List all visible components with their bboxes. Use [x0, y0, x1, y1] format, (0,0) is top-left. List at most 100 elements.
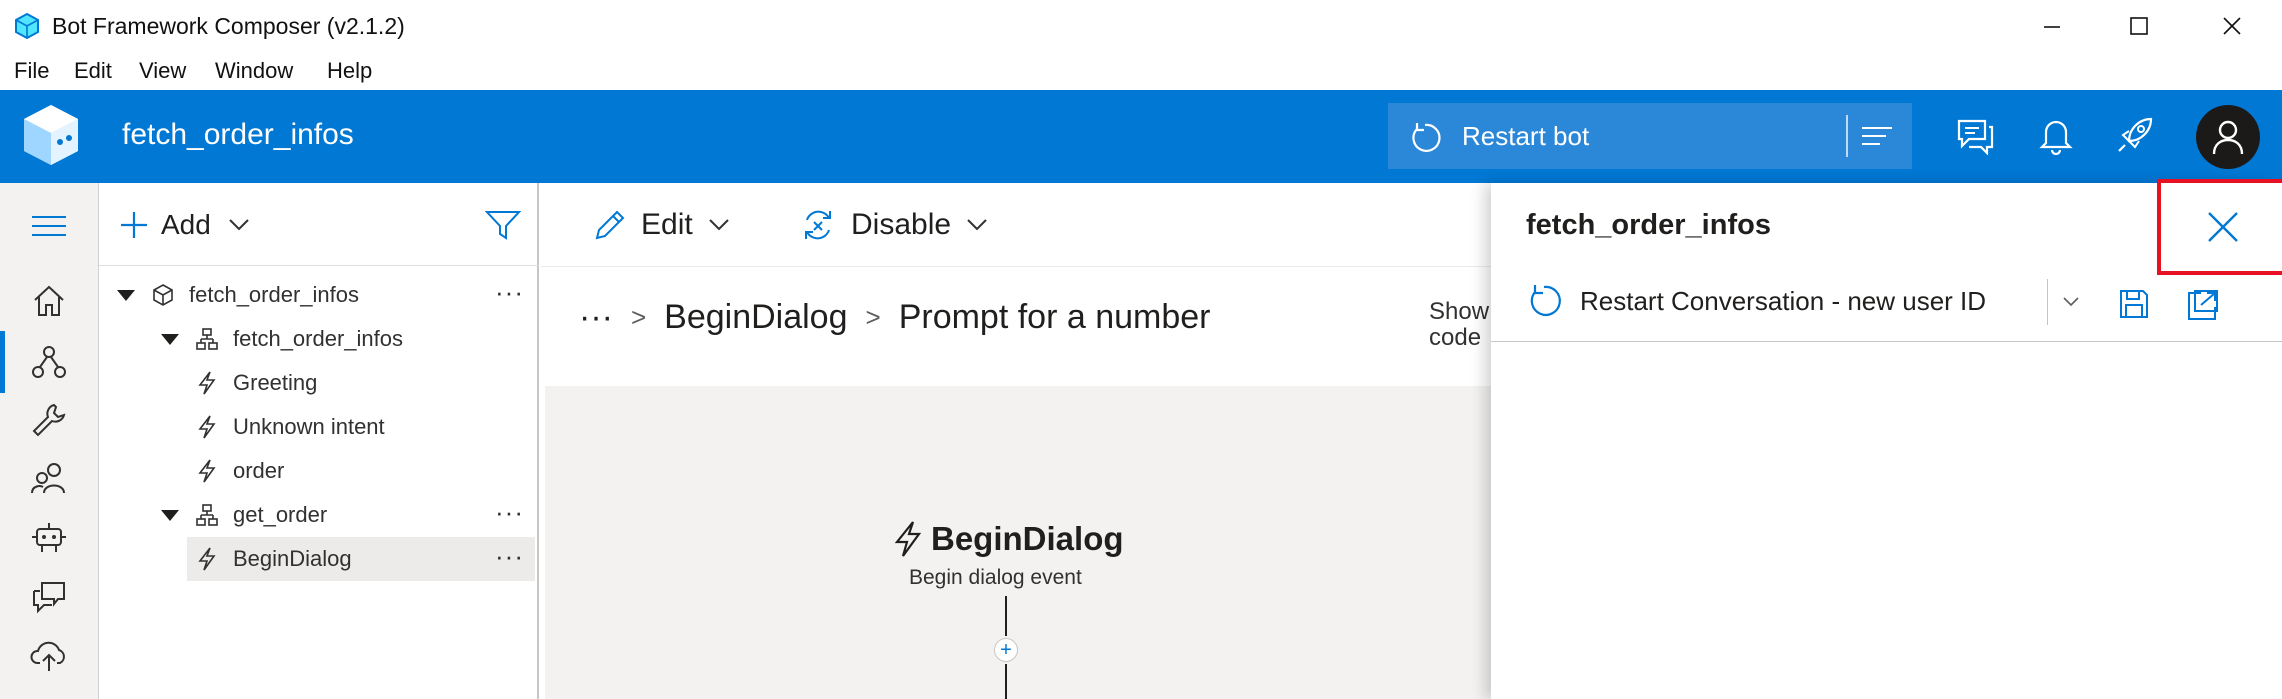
visual-editor: Edit Disable ··· > BeginDialog > Prompt … [541, 183, 1491, 699]
home-icon[interactable] [30, 283, 68, 319]
tree-item-greeting[interactable]: Greeting [195, 361, 537, 405]
restart-bot-label: Restart bot [1462, 121, 1590, 151]
window-titlebar: Bot Framework Composer (v2.1.2) [0, 0, 2282, 52]
more-options-icon[interactable]: ··· [495, 541, 524, 572]
more-options-icon[interactable]: ··· [495, 497, 524, 528]
tree-item-dialog-root[interactable]: fetch_order_infos [161, 317, 537, 361]
left-nav-rail [0, 183, 99, 699]
chevron-down-icon [229, 219, 249, 231]
caret-down-icon[interactable] [117, 289, 135, 301]
restart-icon [1408, 121, 1442, 155]
flow-connector [1005, 664, 1007, 699]
web-chat-panel: fetch_order_infos Restart Conversation -… [1491, 179, 2282, 699]
breadcrumb: ··· > BeginDialog > Prompt for a number [541, 267, 1491, 367]
menu-window[interactable]: Window [215, 58, 293, 84]
lightning-icon [198, 547, 216, 571]
maximize-button[interactable] [2115, 6, 2163, 46]
plus-icon [121, 212, 147, 238]
composer-logo-icon [20, 102, 82, 168]
chevron-right-icon: > [865, 301, 881, 332]
panel-divider [1491, 341, 2282, 342]
disable-button[interactable]: Disable [799, 203, 989, 247]
panel-title: fetch_order_infos [1526, 209, 1771, 241]
event-node-title[interactable]: BeginDialog [891, 520, 1124, 558]
lightning-icon [198, 371, 216, 395]
tree-item-label: Unknown intent [233, 414, 385, 439]
restart-conversation-label: Restart Conversation - new user ID [1580, 285, 1987, 316]
more-options-icon[interactable]: ··· [495, 277, 524, 308]
bot-menu-icon[interactable] [1860, 121, 1894, 151]
dialog-icon [196, 504, 218, 526]
tree-divider [99, 265, 539, 266]
tree-item-begindialog[interactable]: BeginDialog ··· [187, 537, 535, 581]
menu-help[interactable]: Help [327, 58, 372, 84]
add-label: Add [161, 209, 211, 240]
menu-view[interactable]: View [139, 58, 186, 84]
tree-item-label: fetch_order_infos [233, 326, 403, 351]
bell-icon[interactable] [2038, 115, 2074, 155]
project-tree-panel: Add fetch_order_infos ··· fetch_order_in… [99, 183, 539, 699]
app-header: fetch_order_infos Restart bot [0, 90, 2282, 183]
bot-name: fetch_order_infos [122, 118, 354, 151]
nav-active-indicator [0, 331, 5, 393]
open-external-icon[interactable] [2185, 287, 2221, 323]
tree-item-get-order[interactable]: get_order ··· [161, 493, 537, 537]
flow-connector [1005, 596, 1007, 636]
panel-toolbar-divider [2047, 279, 2048, 325]
menu-edit[interactable]: Edit [74, 58, 112, 84]
restart-conversation-button[interactable]: Restart Conversation - new user ID [1526, 283, 1986, 319]
breadcrumb-item-current[interactable]: Prompt for a number [899, 298, 1211, 337]
event-node-subtitle: Begin dialog event [909, 566, 1082, 589]
restart-icon [1530, 285, 1561, 316]
chevron-down-icon [967, 219, 987, 231]
tree-item-order[interactable]: order [195, 449, 537, 493]
sync-disable-icon [805, 210, 831, 240]
save-transcript-icon[interactable] [2117, 287, 2151, 321]
disable-label: Disable [851, 208, 952, 241]
chevron-right-icon: > [630, 301, 647, 332]
chevron-down-icon [708, 219, 729, 231]
user-avatar-icon[interactable] [2196, 105, 2260, 169]
cloud-upload-icon[interactable] [30, 639, 68, 673]
caret-down-icon[interactable] [161, 333, 179, 345]
close-icon [2208, 212, 2238, 242]
window-title: Bot Framework Composer (v2.1.2) [52, 13, 405, 39]
show-code-line-2: code [1429, 324, 1482, 351]
event-title-text: BeginDialog [931, 520, 1124, 557]
tree-item-label: fetch_order_infos [189, 282, 359, 307]
rocket-icon[interactable] [2115, 115, 2155, 155]
show-code-toggle[interactable]: Show code [1429, 299, 1489, 351]
close-panel-button[interactable] [2157, 179, 2282, 275]
cube-icon [153, 284, 173, 306]
editor-toolbar: Edit Disable [541, 183, 1491, 267]
tree-item-bot[interactable]: fetch_order_infos ··· [117, 273, 537, 317]
tree-item-label: get_order [233, 502, 328, 527]
menu-file[interactable]: File [14, 58, 49, 84]
design-icon[interactable] [30, 343, 68, 381]
restart-divider [1846, 115, 1848, 157]
add-node-button[interactable]: + [994, 638, 1018, 662]
restart-bot-control[interactable]: Restart bot [1388, 103, 1912, 169]
breadcrumb-item[interactable]: BeginDialog [664, 298, 847, 337]
filter-icon[interactable] [485, 209, 521, 241]
tree-item-label: order [233, 458, 285, 483]
lightning-icon [894, 521, 922, 557]
composer-app-icon [14, 12, 40, 40]
chat-icon[interactable] [1955, 115, 1995, 155]
dialog-icon [196, 328, 218, 350]
chat-bubbles-icon[interactable] [30, 577, 68, 615]
edit-button[interactable]: Edit [593, 203, 731, 247]
chevron-down-icon[interactable] [2061, 295, 2081, 309]
close-window-button[interactable] [2208, 6, 2256, 46]
bot-icon[interactable] [30, 519, 68, 557]
add-button[interactable]: Add [119, 205, 251, 245]
tree-item-label: Greeting [233, 370, 318, 395]
lightning-icon [198, 459, 216, 483]
breadcrumb-overflow[interactable]: ··· [579, 298, 613, 337]
hamburger-icon[interactable] [30, 211, 68, 241]
users-icon[interactable] [30, 459, 68, 497]
wrench-icon[interactable] [30, 401, 68, 439]
tree-item-unknown-intent[interactable]: Unknown intent [195, 405, 537, 449]
minimize-button[interactable] [2028, 6, 2076, 46]
caret-down-icon[interactable] [161, 509, 179, 521]
